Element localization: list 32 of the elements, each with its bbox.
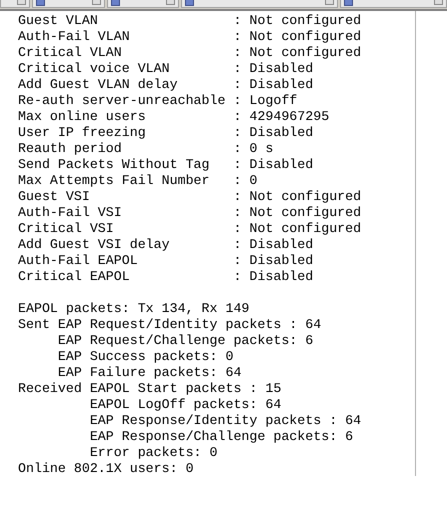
text-line: Max Attempts Fail Number : 0 [18,173,258,189]
text-line: Max online users : 4294967295 [18,109,330,125]
text-line: EAP Request/Challenge packets: 6 [56,333,314,349]
text-line: EAPOL packets: Tx 134, Rx 149 [18,301,250,317]
text-line: EAP Response/Identity packets : 64 [88,413,362,429]
document-icon [344,0,353,6]
text-line: EAPOL LogOff packets: 64 [88,397,282,413]
text-line: EAP Response/Challenge packets: 6 [88,429,354,445]
text-line: Add Guest VSI delay : Disabled [18,237,314,253]
text-line: Critical EAPOL : Disabled [18,269,314,285]
text-line: Critical VLAN : Not configured [18,45,362,61]
text-line: Reauth period : 0 s [18,141,274,157]
document-icon [185,0,194,6]
text-line: Error packets: 0 [88,445,218,461]
text-line: Auth-Fail EAPOL : Disabled [18,253,314,269]
text-line: Auth-Fail VSI : Not configured [18,205,362,221]
text-line: Online 802.1X users: 0 [18,461,195,477]
text-line: Send Packets Without Tag : Disabled [18,157,314,173]
text-line: Guest VLAN : Not configured [18,13,362,29]
text-line: Add Guest VLAN delay : Disabled [18,77,314,93]
document-icon [36,0,46,6]
text-line: Received EAPOL Start packets : 15 [18,381,282,397]
document-icon [110,0,120,6]
text-line: Auth-Fail VLAN : Not configured [18,29,362,45]
text-line: Sent EAP Request/Identity packets : 64 [18,317,322,333]
text-line: EAP Success packets: 0 [56,349,234,365]
text-line: Critical voice VLAN : Disabled [18,61,314,77]
text-line: EAP Failure packets: 64 [56,365,242,381]
text-line: User IP freezing : Disabled [18,125,314,141]
text-line: Critical VSI : Not configured [18,221,362,237]
text-line: Guest VSI : Not configured [18,189,362,205]
text-line: Re-auth server-unreachable : Logoff [18,93,298,109]
